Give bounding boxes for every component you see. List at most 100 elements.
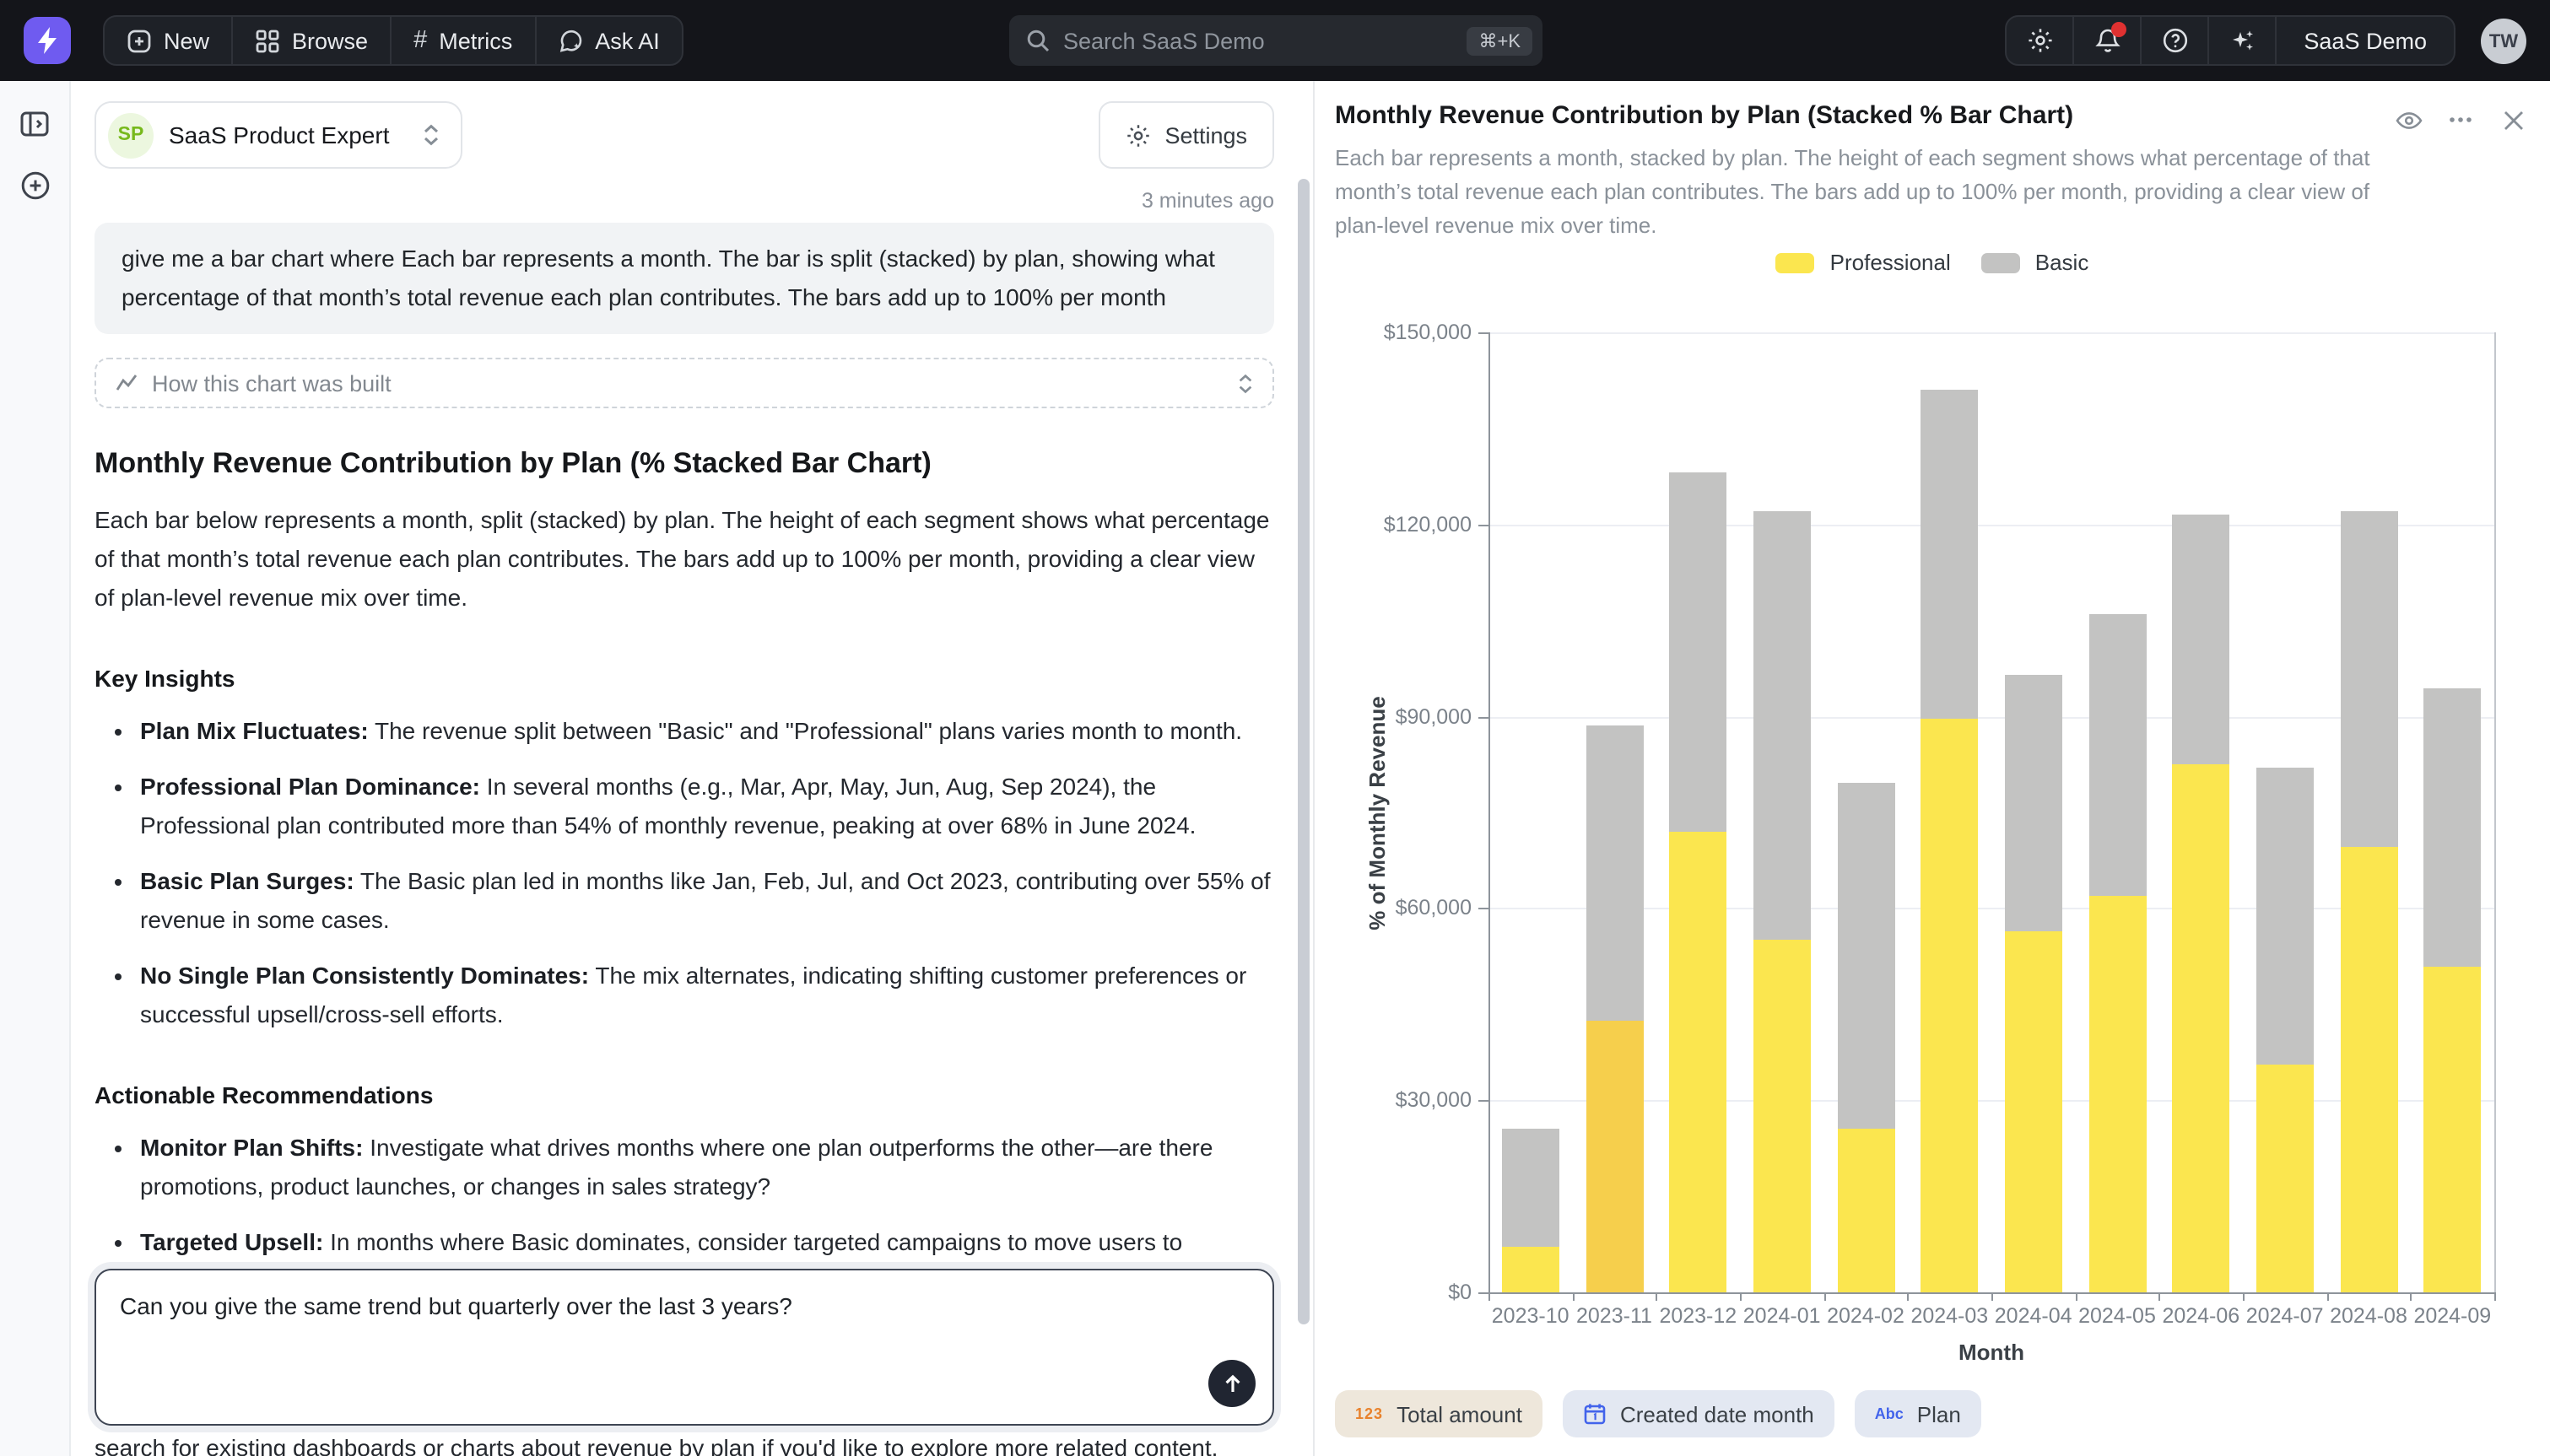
message-timestamp: 3 minutes ago (95, 189, 1274, 213)
bar-segment-basic-2024-09[interactable] (2423, 688, 2481, 966)
chart-artifact-panel: Monthly Revenue Contribution by Plan (St… (1313, 81, 2550, 1456)
chat-messages: 3 minutes ago give me a bar chart where … (95, 189, 1274, 1456)
tag-label: Created date month (1620, 1401, 1814, 1426)
bar-segment-professional-2023-11[interactable] (1586, 1021, 1643, 1292)
ytick (1478, 716, 1488, 718)
insights-heading: Key Insights (95, 665, 1274, 692)
bar-segment-basic-2023-11[interactable] (1586, 726, 1643, 1021)
how-chart-built-toggle[interactable]: How this chart was built (95, 358, 1274, 408)
ask-ai-button[interactable]: Ask AI (536, 17, 682, 64)
ai-sparkles-button[interactable] (2209, 17, 2275, 64)
left-rail (0, 81, 71, 1456)
bar-segment-basic-2024-03[interactable] (1921, 390, 1978, 720)
bar-segment-professional-2024-07[interactable] (2256, 1065, 2314, 1292)
new-chat-button[interactable] (18, 169, 51, 202)
gear-icon (2026, 27, 2053, 54)
tag-label: Total amount (1397, 1401, 1522, 1426)
bar-segment-professional-2024-03[interactable] (1921, 720, 1978, 1292)
bar-segment-professional-2023-10[interactable] (1502, 1248, 1559, 1292)
app-logo[interactable] (24, 17, 71, 64)
browse-button[interactable]: Browse (233, 17, 390, 64)
grid-icon (255, 28, 280, 53)
user-avatar[interactable]: TW (2481, 19, 2526, 64)
bar-segment-professional-2024-01[interactable] (1753, 941, 1811, 1292)
text-type-icon: Abc (1875, 1405, 1904, 1422)
list-item: Monitor Plan Shifts: Investigate what dr… (140, 1129, 1274, 1206)
gear-icon (1126, 122, 1151, 148)
bar-segment-professional-2024-02[interactable] (1837, 1130, 1894, 1292)
main-layout: SP SaaS Product Expert Settings 3 minute… (0, 81, 2550, 1456)
arrow-up-icon (1221, 1372, 1243, 1394)
bar-segment-basic-2023-10[interactable] (1502, 1130, 1559, 1248)
chat-settings-button[interactable]: Settings (1099, 101, 1274, 169)
y-axis-tick-label: $90,000 (1328, 703, 1472, 730)
chevron-selector-icon (422, 123, 440, 147)
bar-segment-professional-2023-12[interactable] (1669, 832, 1726, 1292)
new-button[interactable]: New (105, 17, 231, 64)
bar-segment-basic-2024-04[interactable] (2005, 675, 2062, 930)
chevron-selector-icon (1237, 372, 1254, 394)
hash-icon: # (413, 27, 427, 54)
tag-created-date-month[interactable]: Created date month (1563, 1390, 1834, 1437)
bar-segment-basic-2024-07[interactable] (2256, 768, 2314, 1065)
response-intro: Each bar below represents a month, split… (95, 501, 1274, 617)
x-axis-line (1488, 1292, 2496, 1294)
x-axis-tick-label: 2023-12 (1656, 1304, 1740, 1328)
tag-plan[interactable]: Abc Plan (1855, 1390, 1981, 1437)
bar-segment-basic-2024-08[interactable] (2340, 511, 2397, 847)
y-axis-tick-label: $120,000 (1328, 511, 1472, 538)
global-search-input[interactable]: Search SaaS Demo ⌘+K (1009, 15, 1542, 66)
notifications-button[interactable] (2074, 17, 2140, 64)
y-axis-tick-label: $0 (1328, 1279, 1472, 1306)
sidebar-toggle-icon (19, 108, 51, 140)
plus-square-icon (127, 28, 152, 53)
ytick (1478, 1292, 1488, 1294)
nav-button-group: New Browse # Metrics Ask AI (103, 15, 683, 66)
tag-total-amount[interactable]: 123 Total amount (1335, 1390, 1542, 1437)
workspace-button[interactable]: SaaS Demo (2277, 17, 2454, 64)
workspace-name: SaaS Demo (2304, 28, 2427, 53)
y-axis-title: % of Monthly Revenue (1364, 695, 1390, 929)
ytick (1478, 525, 1488, 526)
bar-segment-basic-2024-05[interactable] (2088, 614, 2146, 896)
x-axis-tick-label: 2024-02 (1823, 1304, 1907, 1328)
x-axis-tick-label: 2023-11 (1572, 1304, 1656, 1328)
top-nav: New Browse # Metrics Ask AI Search SaaS … (0, 0, 2550, 81)
bar-segment-basic-2024-06[interactable] (2172, 515, 2229, 764)
settings-gear-button[interactable] (2007, 17, 2072, 64)
x-axis-tick-label: 2024-03 (1908, 1304, 1991, 1328)
bar-segment-professional-2024-05[interactable] (2088, 896, 2146, 1292)
search-icon (1026, 29, 1050, 52)
bar-segment-professional-2024-09[interactable] (2423, 966, 2481, 1292)
x-axis-tick-label: 2024-04 (1991, 1304, 2075, 1328)
chat-input[interactable]: Can you give the same trend but quarterl… (96, 1270, 1272, 1424)
chat-input-container: Can you give the same trend but quarterl… (95, 1269, 1274, 1426)
plus-circle-icon (18, 169, 51, 202)
toggle-sidebar-button[interactable] (19, 108, 51, 140)
chat-scrollbar-thumb[interactable] (1298, 179, 1310, 1324)
bar-segment-basic-2024-01[interactable] (1753, 511, 1811, 940)
help-button[interactable] (2142, 17, 2207, 64)
help-icon (2161, 27, 2188, 54)
send-button[interactable] (1208, 1360, 1256, 1407)
bar-segment-basic-2023-12[interactable] (1669, 473, 1726, 832)
y-axis-tick-label: $150,000 (1328, 319, 1472, 346)
x-axis-tick-label: 2024-07 (2243, 1304, 2326, 1328)
sparkles-icon (2229, 27, 2256, 54)
bar-segment-professional-2024-04[interactable] (2005, 930, 2062, 1292)
bar-segment-basic-2024-02[interactable] (1837, 784, 1894, 1130)
agent-selector[interactable]: SP SaaS Product Expert (95, 101, 462, 169)
app-root: New Browse # Metrics Ask AI Search SaaS … (0, 0, 2550, 1456)
list-item: Basic Plan Surges: The Basic plan led in… (140, 862, 1274, 940)
bar-segment-professional-2024-06[interactable] (2172, 764, 2229, 1292)
avatar-initials: TW (2489, 31, 2518, 51)
nav-item-label: Browse (292, 28, 368, 53)
x-axis-tick-label: 2024-09 (2411, 1304, 2494, 1328)
search-shortcut-badge: ⌘+K (1467, 26, 1532, 55)
y-axis-tick-label: $60,000 (1328, 895, 1472, 922)
bar-segment-professional-2024-08[interactable] (2340, 848, 2397, 1292)
x-axis-tick-label: 2024-08 (2326, 1304, 2410, 1328)
chat-panel: SP SaaS Product Expert Settings 3 minute… (71, 81, 1313, 1456)
x-axis-tick-label: 2024-05 (2075, 1304, 2158, 1328)
metrics-button[interactable]: # Metrics (392, 17, 534, 64)
